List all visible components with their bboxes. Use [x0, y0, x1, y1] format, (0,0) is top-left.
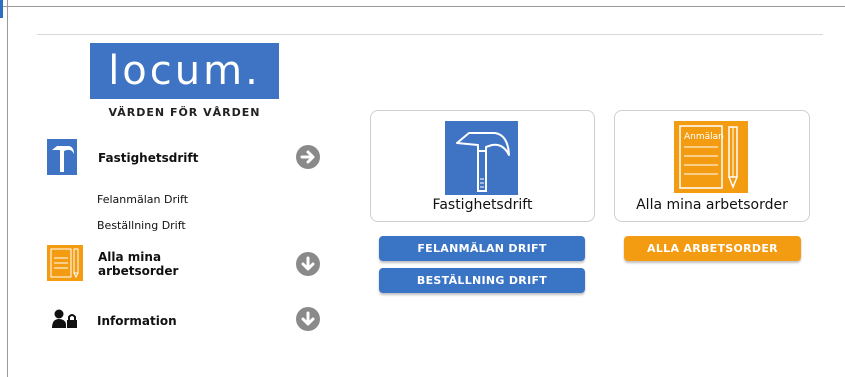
frame-left-border: [0, 0, 8, 377]
card-fastighetsdrift[interactable]: Fastighetsdrift: [370, 110, 595, 222]
card-label-fastighetsdrift: Fastighetsdrift: [432, 197, 533, 213]
header-divider: [37, 34, 823, 35]
form-pencil-icon: [47, 245, 83, 281]
bestallning-drift-button[interactable]: BESTÄLLNING DRIFT: [379, 268, 585, 293]
card-arbetsorder[interactable]: Anmälan Alla mina arbetsorder: [614, 110, 810, 222]
card-form-pencil-icon: Anmälan: [674, 121, 748, 193]
arrow-down-icon: [301, 311, 315, 326]
sidebar-label-arbetsorder[interactable]: Alla mina arbetsorder: [98, 250, 208, 278]
arrow-down-icon: [301, 256, 315, 271]
fastighetsdrift-expand-button[interactable]: [296, 145, 320, 169]
users-lock-icon: [52, 309, 78, 329]
locum-logo[interactable]: locum.: [90, 43, 279, 99]
felanmalan-drift-button[interactable]: FELANMÄLAN DRIFT: [379, 236, 585, 261]
sidebar-link-bestallning[interactable]: Beställning Drift: [97, 219, 186, 232]
arbetsorder-expand-button[interactable]: [296, 252, 320, 276]
card-icon-text: Anmälan: [684, 132, 724, 142]
frame-accent: [0, 0, 3, 18]
card-label-arbetsorder: Alla mina arbetsorder: [636, 197, 788, 213]
logo-tagline: VÄRDEN FÖR VÅRDEN: [108, 106, 261, 119]
arrow-right-icon: [300, 150, 315, 164]
logo-text: locum.: [108, 48, 261, 94]
information-expand-button[interactable]: [296, 307, 320, 331]
alla-arbetsorder-button[interactable]: ALLA ARBETSORDER: [624, 236, 801, 261]
sidebar-label-information[interactable]: Information: [97, 314, 177, 328]
hammer-icon: [47, 139, 77, 175]
sidebar-link-felanmalan[interactable]: Felanmälan Drift: [97, 193, 188, 206]
frame-top-border: [0, 0, 845, 7]
sidebar-label-fastighetsdrift[interactable]: Fastighetsdrift: [98, 151, 198, 165]
card-hammer-icon: [445, 121, 518, 195]
